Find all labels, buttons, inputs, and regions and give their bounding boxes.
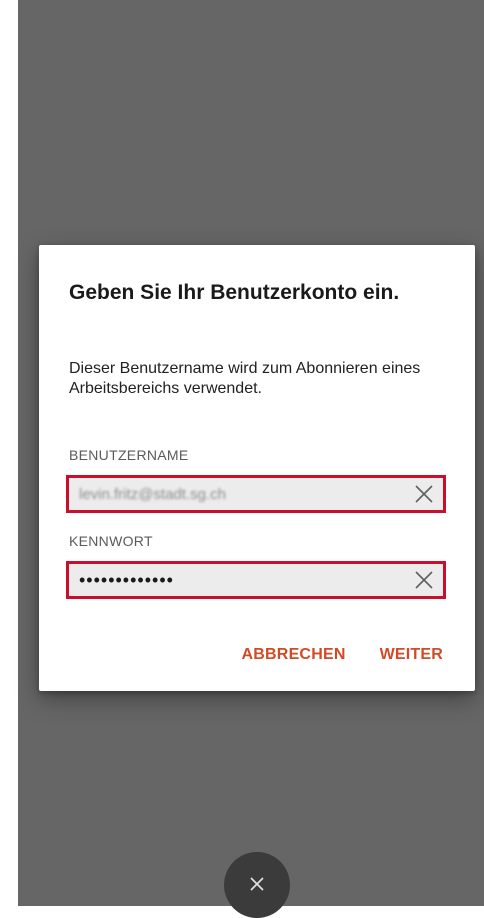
- password-input[interactable]: [69, 564, 409, 596]
- dialog-title: Geben Sie Ihr Benutzerkonto ein.: [69, 281, 400, 304]
- username-input[interactable]: [69, 478, 409, 510]
- password-label: KENNWORT: [69, 533, 153, 549]
- cancel-button[interactable]: ABBRECHEN: [242, 646, 346, 664]
- close-fab-button[interactable]: [224, 852, 290, 918]
- login-dialog: Geben Sie Ihr Benutzerkonto ein. Dieser …: [39, 245, 475, 691]
- clear-username-icon[interactable]: [414, 484, 434, 504]
- clear-password-icon[interactable]: [414, 570, 434, 590]
- password-field[interactable]: [66, 561, 446, 599]
- username-field[interactable]: [66, 475, 446, 513]
- close-icon: [250, 877, 264, 891]
- username-label: BENUTZERNAME: [69, 447, 189, 463]
- dialog-actions: ABBRECHEN WEITER: [242, 646, 443, 664]
- next-button[interactable]: WEITER: [380, 646, 443, 664]
- dialog-description: Dieser Benutzername wird zum Abonnieren …: [69, 360, 421, 397]
